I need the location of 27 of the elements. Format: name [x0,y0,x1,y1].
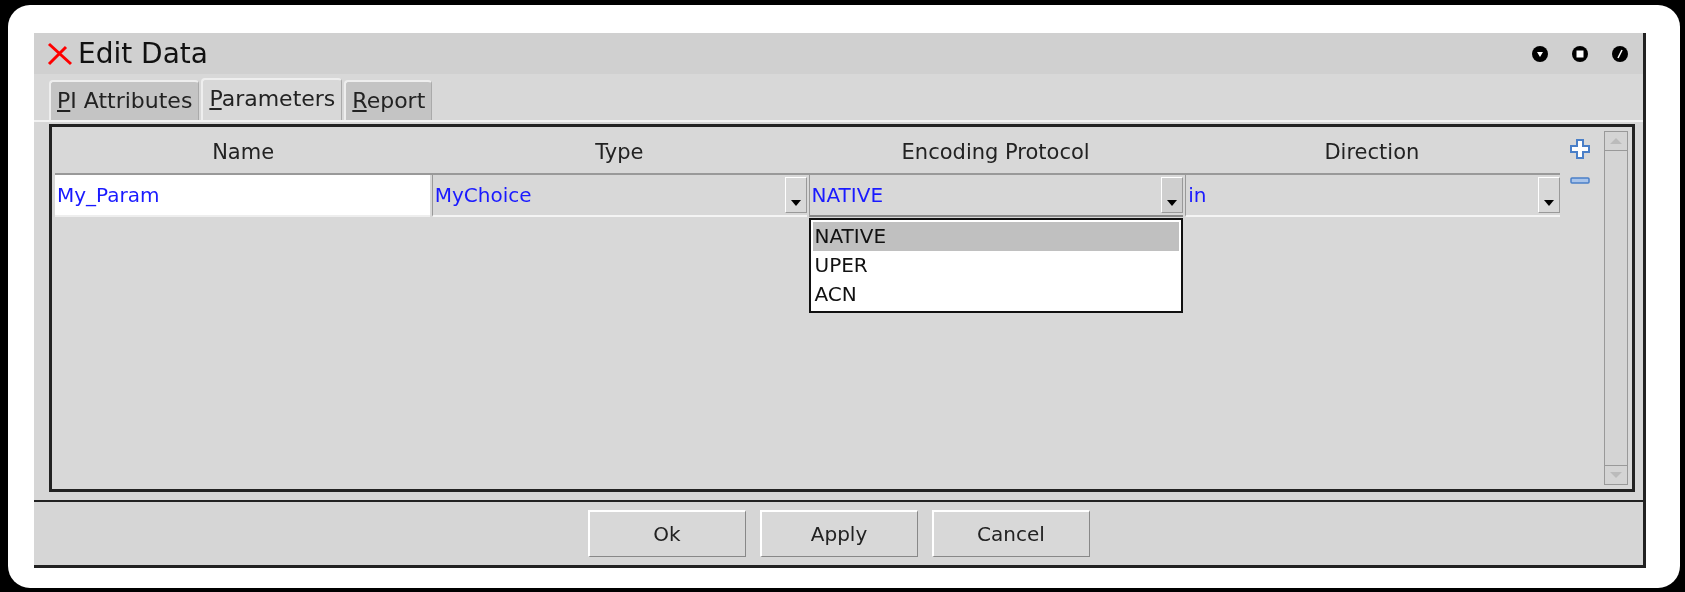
dropdown-arrow-icon [790,200,801,206]
name-field[interactable]: My_Param [55,175,430,217]
tab[interactable]: PI Attributes [49,80,200,120]
minimize-icon[interactable] [1531,44,1549,63]
add-icon[interactable] [1569,139,1590,159]
dropdown-option[interactable]: UPER [812,251,1179,280]
dropdown-arrow-icon [1167,200,1178,206]
dialog-button[interactable]: Ok [587,510,746,557]
close-icon[interactable] [1611,44,1629,63]
window-title: Edit Data [78,37,208,70]
remove-icon[interactable] [1569,177,1590,185]
dropdown-arrow-icon [1544,200,1554,206]
dialog-button[interactable]: Apply [759,510,918,557]
maximize-icon[interactable] [1571,44,1589,63]
dialog-button[interactable]: Cancel [931,510,1090,557]
combo-box[interactable]: NATIVE [808,175,1184,217]
tab[interactable]: Parameters [201,78,343,120]
column-header: Name [211,140,276,164]
dropdown-option[interactable]: ACN [812,280,1179,309]
scrollbar[interactable] [1603,131,1628,485]
column-header: Type [594,140,645,164]
tab[interactable]: Report [344,80,433,120]
combo-box[interactable]: MyChoice [431,175,807,217]
column-header: Direction [1323,140,1421,164]
combo-box[interactable]: in [1185,175,1560,217]
column-header: Encoding Protocol [900,140,1091,164]
dropdown-option[interactable]: NATIVE [812,222,1179,251]
